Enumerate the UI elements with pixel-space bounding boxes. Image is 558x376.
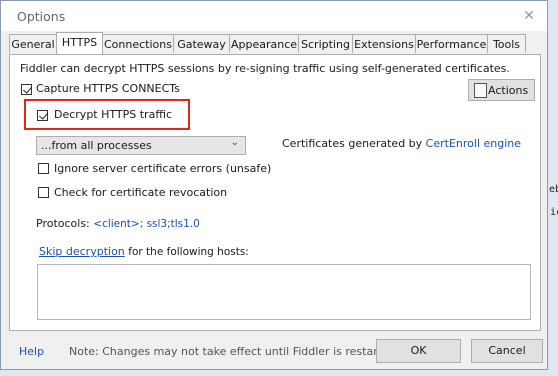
- tab-performance[interactable]: Performance: [415, 34, 488, 53]
- tab-extensions[interactable]: Extensions: [352, 34, 416, 53]
- process-filter-value: ...from all processes: [41, 139, 152, 152]
- background-text-fragment: eb: [549, 184, 558, 195]
- tab-general[interactable]: General: [9, 34, 57, 53]
- tab-tools[interactable]: Tools: [487, 34, 526, 53]
- ignore-errors-label: Ignore server certificate errors (unsafe…: [54, 162, 272, 175]
- protocols-link[interactable]: <client>; ssl3;tls1.0: [93, 218, 200, 230]
- skip-decryption-suffix: for the following hosts:: [128, 246, 249, 258]
- ignore-errors-checkbox[interactable]: [38, 163, 49, 174]
- restart-note: Note: Changes may not take effect until …: [69, 345, 400, 358]
- https-panel: Fiddler can decrypt HTTPS sessions by re…: [9, 54, 541, 331]
- https-description: Fiddler can decrypt HTTPS sessions by re…: [20, 62, 510, 75]
- background-text-fragment: ic: [550, 207, 558, 218]
- process-filter-dropdown[interactable]: ...from all processes ⌄: [36, 136, 246, 155]
- revocation-label: Check for certificate revocation: [54, 186, 228, 199]
- tab-connections[interactable]: Connections: [102, 34, 174, 53]
- help-link[interactable]: Help: [19, 345, 44, 358]
- decrypt-https-checkbox[interactable]: [37, 110, 48, 121]
- skip-decryption-link[interactable]: Skip decryption: [39, 245, 125, 258]
- ok-button[interactable]: OK: [376, 339, 461, 363]
- protocols-label: Protocols:: [36, 217, 90, 230]
- cert-generator-text: Certificates generated by CertEnroll eng…: [282, 137, 521, 150]
- certificate-icon: [474, 83, 487, 98]
- tab-https[interactable]: HTTPS: [56, 32, 103, 54]
- skip-hosts-textarea[interactable]: [37, 264, 531, 320]
- dialog-footer: Help Note: Changes may not take effect u…: [1, 331, 547, 371]
- capture-https-label: Capture HTTPS CONNECTs: [36, 82, 180, 95]
- skip-decryption-row: Skip decryption for the following hosts:: [39, 245, 249, 258]
- cert-generator-prefix: Certificates generated by: [282, 137, 423, 150]
- decrypt-https-label: Decrypt HTTPS traffic: [54, 108, 172, 121]
- cancel-label: Cancel: [488, 344, 526, 357]
- window-title: Options: [17, 9, 66, 24]
- tab-scripting[interactable]: Scripting: [298, 34, 353, 53]
- chevron-down-icon: ⌄: [230, 137, 239, 148]
- options-dialog: Options ✕ General HTTPS Connections Gate…: [0, 0, 548, 370]
- cancel-button[interactable]: Cancel: [471, 339, 543, 363]
- cert-engine-link[interactable]: CertEnroll engine: [426, 137, 521, 150]
- ok-label: OK: [410, 344, 427, 357]
- actions-label: Actions: [488, 84, 529, 97]
- close-icon[interactable]: ✕: [519, 7, 539, 25]
- tab-gateway[interactable]: Gateway: [173, 34, 230, 53]
- protocols-row: Protocols: <client>; ssl3;tls1.0: [36, 217, 200, 230]
- title-bar: Options ✕: [1, 1, 547, 31]
- revocation-checkbox[interactable]: [38, 187, 49, 198]
- actions-button[interactable]: Actions: [468, 79, 535, 101]
- capture-https-checkbox[interactable]: [21, 84, 32, 95]
- tab-appearance[interactable]: Appearance: [229, 34, 299, 53]
